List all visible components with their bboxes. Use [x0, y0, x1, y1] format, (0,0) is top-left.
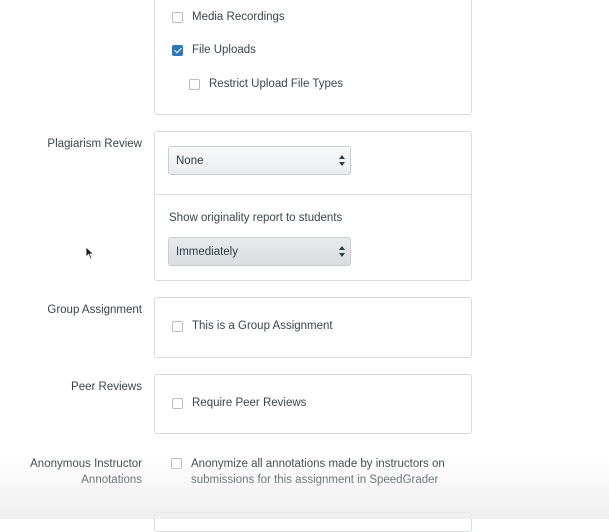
plagiarism-review-label: Plagiarism Review — [47, 138, 142, 150]
anonymous-annotations-checkbox-label: Anonymize all annotations made by instru… — [191, 456, 445, 488]
peer-reviews-checkbox[interactable] — [172, 397, 183, 409]
group-assignment-label: Group Assignment — [47, 304, 142, 316]
select-arrows-icon — [339, 153, 345, 169]
group-assignment-option[interactable]: This is a Group Assignment — [172, 320, 333, 332]
select-arrows-icon — [339, 244, 345, 260]
anonymous-annotations-label-line1: Anonymous Instructor — [30, 458, 142, 470]
originality-report-select[interactable]: Immediately — [168, 237, 351, 266]
anonymous-annotations-label-line2: Annotations — [81, 474, 142, 486]
group-assignment-checkbox-label: This is a Group Assignment — [192, 320, 333, 332]
restrict-upload-checkbox[interactable] — [189, 78, 200, 90]
file-uploads-checkbox[interactable] — [172, 44, 183, 56]
plagiarism-review-select[interactable]: None — [168, 146, 351, 175]
anonymous-annotations-text-line1: Anonymize all annotations made by instru… — [191, 458, 445, 470]
file-uploads-label: File Uploads — [192, 44, 256, 56]
plagiarism-divider — [155, 194, 471, 195]
anonymous-annotations-text-line2: submissions for this assignment in Speed… — [191, 474, 439, 486]
media-recordings-checkbox[interactable] — [172, 11, 183, 23]
peer-reviews-label: Peer Reviews — [71, 381, 142, 393]
restrict-upload-label: Restrict Upload File Types — [209, 78, 344, 90]
restrict-upload-option[interactable]: Restrict Upload File Types — [189, 78, 343, 90]
anonymous-annotations-checkbox[interactable] — [171, 458, 182, 469]
peer-reviews-option[interactable]: Require Peer Reviews — [172, 397, 306, 409]
originality-report-selected: Immediately — [176, 245, 238, 258]
plagiarism-review-selected: None — [176, 154, 204, 167]
next-section-panel — [154, 512, 472, 532]
mouse-cursor-icon — [85, 246, 95, 260]
group-assignment-checkbox[interactable] — [172, 320, 183, 332]
media-recordings-label: Media Recordings — [192, 11, 285, 23]
media-recordings-option[interactable]: Media Recordings — [172, 11, 285, 23]
anonymous-annotations-option[interactable]: Anonymize all annotations made by instru… — [171, 456, 445, 488]
peer-reviews-checkbox-label: Require Peer Reviews — [192, 397, 307, 409]
file-uploads-option[interactable]: File Uploads — [172, 44, 256, 56]
originality-report-label: Show originality report to students — [169, 212, 343, 224]
anonymous-annotations-label: Anonymous Instructor Annotations — [30, 456, 142, 488]
